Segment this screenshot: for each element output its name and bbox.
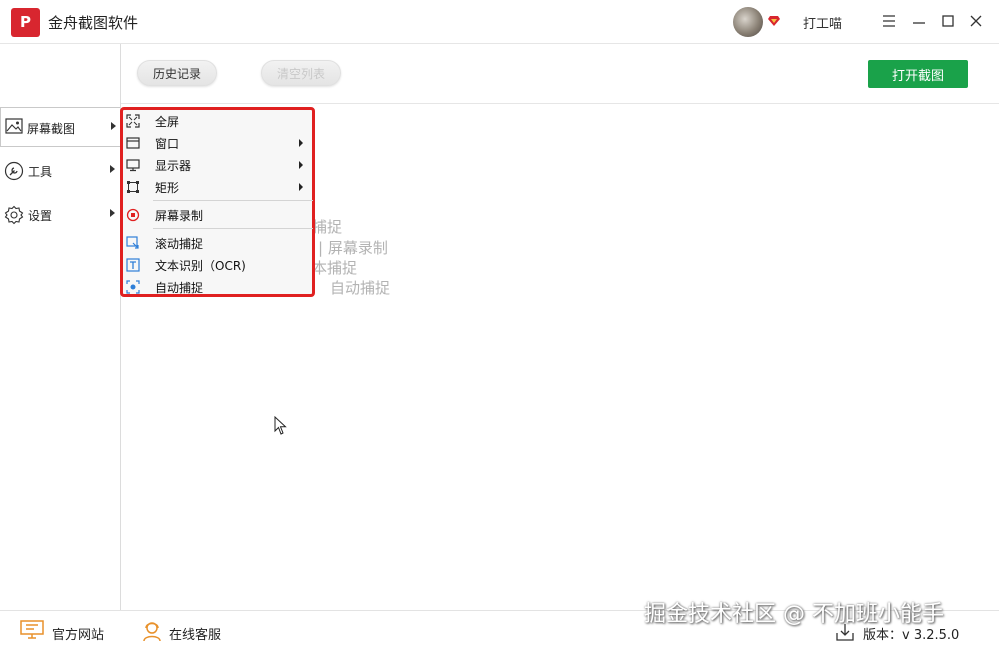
sidebar-item-settings[interactable]: 设置 <box>0 195 120 235</box>
watermark: 掘金技术社区 @ 不加班小能手 <box>644 602 944 627</box>
website-monitor-icon <box>20 620 44 639</box>
mouse-cursor-icon <box>274 416 287 435</box>
hint-text: 捕捉 <box>312 218 343 236</box>
customer-service-icon <box>143 622 161 642</box>
username[interactable]: 打工喵 <box>803 13 842 32</box>
online-support-link[interactable]: 在线客服 <box>169 624 221 643</box>
menu-item-label: 矩形 <box>155 181 180 195</box>
menu-item-label: 全屏 <box>155 115 180 129</box>
scroll-capture-icon <box>126 236 139 249</box>
open-screenshot-button[interactable]: 打开截图 <box>868 60 968 88</box>
image-icon <box>5 118 23 134</box>
hint-text: 本捕捉 <box>312 259 358 277</box>
menu-item-label: 自动捕捉 <box>155 281 204 295</box>
chevron-right-icon <box>111 122 116 130</box>
chevron-right-icon <box>110 209 115 217</box>
menu-divider <box>153 228 313 229</box>
title-bar: P 金舟截图软件 打工喵 <box>0 0 999 44</box>
menu-item-label: 显示器 <box>155 159 192 173</box>
hint-text: 自动捕捉 <box>330 279 391 297</box>
screenshot-menu: 全屏 窗口 显示器 矩形 屏幕录制 滚动捕捉 文本识别（OCR) 自动捕捉 <box>120 107 315 297</box>
history-button[interactable]: 历史记录 <box>137 60 217 86</box>
vip-diamond-icon <box>768 16 780 26</box>
record-icon <box>126 208 140 222</box>
menu-item-scroll-capture[interactable]: 滚动捕捉 <box>123 232 312 254</box>
window-icon <box>126 137 140 149</box>
app-title: 金舟截图软件 <box>48 14 139 32</box>
sidebar: 屏幕截图 工具 设置 <box>0 44 121 610</box>
hint-text: | 屏幕录制 <box>318 239 388 257</box>
wrench-icon <box>4 161 24 181</box>
menu-divider <box>153 200 313 201</box>
chevron-right-icon <box>299 161 303 169</box>
menu-item-fullscreen[interactable]: 全屏 <box>123 110 312 132</box>
menu-item-label: 窗口 <box>155 137 180 151</box>
fullscreen-icon <box>126 114 140 128</box>
chevron-right-icon <box>110 165 115 173</box>
auto-capture-icon <box>126 280 140 294</box>
text-ocr-icon <box>126 258 140 272</box>
menu-icon[interactable] <box>878 10 900 32</box>
sidebar-item-label: 屏幕截图 <box>27 122 76 136</box>
rectangle-icon <box>127 181 139 193</box>
app-logo: P <box>11 8 40 37</box>
close-icon[interactable] <box>965 10 987 32</box>
menu-item-auto-capture[interactable]: 自动捕捉 <box>123 276 312 298</box>
maximize-icon[interactable] <box>937 10 959 32</box>
sidebar-item-tools[interactable]: 工具 <box>0 151 120 191</box>
minimize-icon[interactable] <box>908 10 930 32</box>
menu-item-label: 文本识别（OCR) <box>155 259 246 273</box>
sidebar-item-screenshot[interactable]: 屏幕截图 <box>0 107 120 147</box>
chevron-right-icon <box>299 183 303 191</box>
menu-item-label: 滚动捕捉 <box>155 237 204 251</box>
toolbar: 历史记录 清空列表 打开截图 <box>121 44 999 104</box>
menu-item-screen-record[interactable]: 屏幕录制 <box>123 204 312 226</box>
menu-item-window[interactable]: 窗口 <box>123 132 312 154</box>
menu-item-ocr[interactable]: 文本识别（OCR) <box>123 254 312 276</box>
menu-item-rectangle[interactable]: 矩形 <box>123 176 312 198</box>
clear-list-button[interactable]: 清空列表 <box>261 60 341 86</box>
gear-icon <box>4 205 24 225</box>
sidebar-item-label: 工具 <box>28 165 53 179</box>
chevron-right-icon <box>299 139 303 147</box>
menu-item-label: 屏幕录制 <box>155 209 204 223</box>
monitor-icon <box>126 159 140 172</box>
avatar[interactable] <box>733 7 763 37</box>
official-website-link[interactable]: 官方网站 <box>52 624 104 643</box>
menu-item-monitor[interactable]: 显示器 <box>123 154 312 176</box>
sidebar-item-label: 设置 <box>28 209 53 223</box>
